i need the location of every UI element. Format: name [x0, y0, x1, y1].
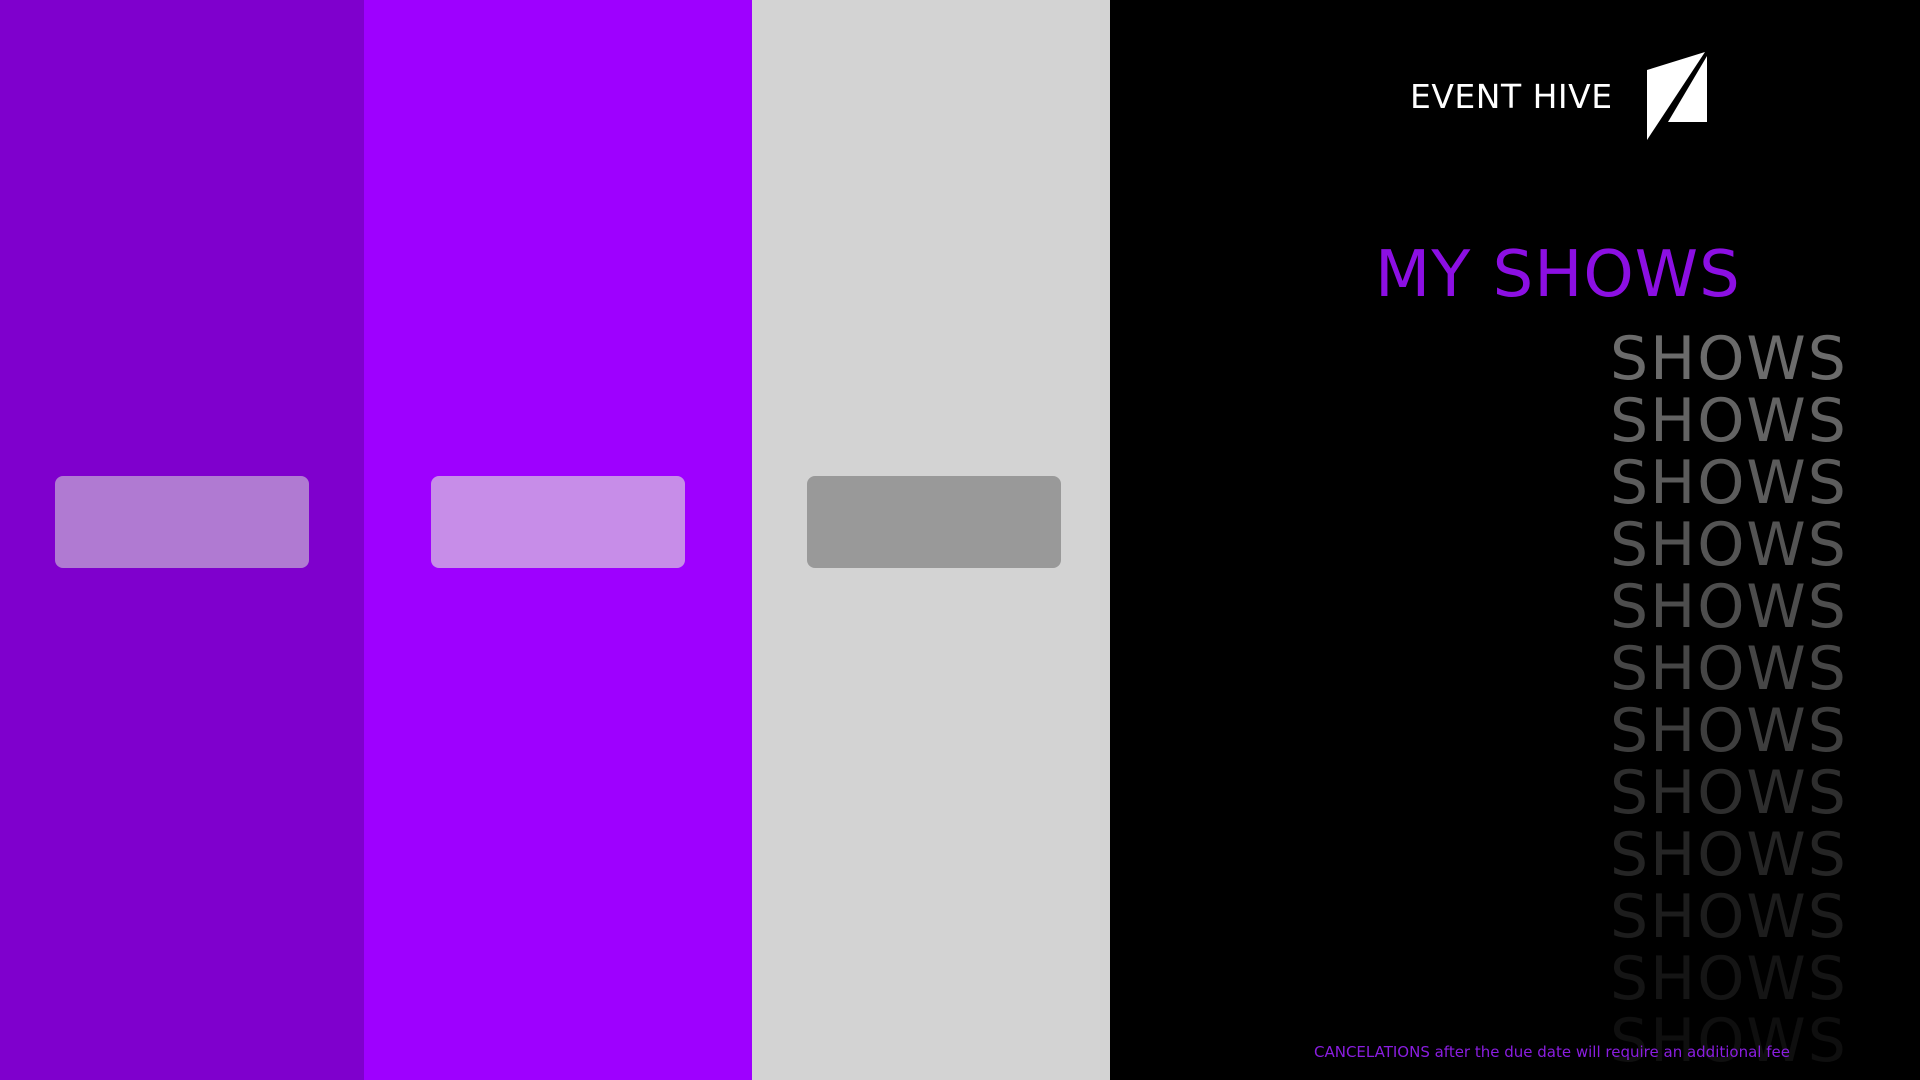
shows-echo-item: SHOWS [1610, 572, 1848, 642]
page-title: MY SHOWS [1375, 238, 1741, 312]
shows-echo-item: SHOWS [1610, 324, 1848, 394]
shows-echo-item: SHOWS [1610, 696, 1848, 766]
panel-2-button[interactable] [431, 476, 685, 568]
shows-echo-item: SHOWS [1610, 1006, 1848, 1076]
shows-echo-list: SHOWS SHOWS SHOWS SHOWS SHOWS SHOWS SHOWS SHOWS… [1610, 328, 1848, 1072]
shows-echo-item: SHOWS [1610, 386, 1848, 456]
shows-echo-item: SHOWS [1610, 448, 1848, 518]
panel-3-button[interactable] [807, 476, 1061, 568]
shows-echo-item: SHOWS [1610, 758, 1848, 828]
brand-name: EVENT HIVE [1410, 76, 1613, 116]
brand-header: EVENT HIVE [1410, 52, 1709, 140]
shows-echo-item: SHOWS [1610, 634, 1848, 704]
shows-echo-item: SHOWS [1610, 820, 1848, 890]
shows-echo-item: SHOWS [1610, 882, 1848, 952]
shows-echo-item: SHOWS [1610, 510, 1848, 580]
shows-echo-item: SHOWS [1610, 944, 1848, 1014]
panel-1-button[interactable] [55, 476, 309, 568]
app-stage: EVENT HIVE MY SHOWS SHOWS SHOWS SHOWS SHOWS… [0, 0, 1920, 1080]
cancelation-notice: CANCELATIONS after the due date will req… [1314, 1043, 1790, 1061]
slash-logo-icon [1646, 52, 1709, 140]
panel-dark-purple [0, 0, 364, 1080]
